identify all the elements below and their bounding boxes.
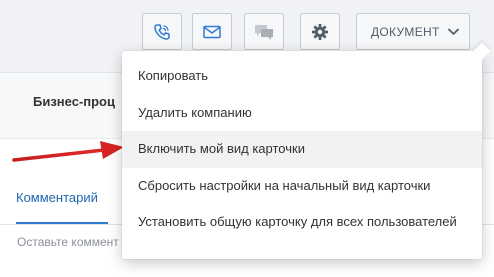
menu-item-reset-card-view[interactable]: Сбросить настройки на начальный вид карт… xyxy=(122,168,482,205)
menu-item-delete-company[interactable]: Удалить компанию xyxy=(122,95,482,132)
menu-item-set-common-card[interactable]: Установить общую карточку для всех польз… xyxy=(122,204,482,241)
settings-button[interactable] xyxy=(300,13,340,50)
business-process-label: Бизнес-проц xyxy=(33,94,115,109)
envelope-icon xyxy=(203,25,221,39)
document-dropdown-button[interactable]: ДОКУМЕНТ xyxy=(356,13,470,50)
comment-input[interactable]: Оставьте коммент xyxy=(17,235,127,249)
chevron-down-icon xyxy=(448,28,459,36)
email-button[interactable] xyxy=(192,13,232,50)
chat-icon xyxy=(254,23,274,41)
chat-button[interactable] xyxy=(244,13,284,50)
menu-item-copy[interactable]: Копировать xyxy=(122,58,482,95)
phone-icon xyxy=(153,23,171,41)
document-button-label: ДОКУМЕНТ xyxy=(371,24,440,39)
document-dropdown-menu: Копировать Удалить компанию Включить мой… xyxy=(122,42,491,259)
call-button[interactable] xyxy=(142,13,182,50)
gear-icon xyxy=(311,23,329,41)
tab-comments[interactable]: Комментарий xyxy=(16,190,98,205)
menu-item-enable-my-card-view[interactable]: Включить мой вид карточки xyxy=(122,131,482,168)
